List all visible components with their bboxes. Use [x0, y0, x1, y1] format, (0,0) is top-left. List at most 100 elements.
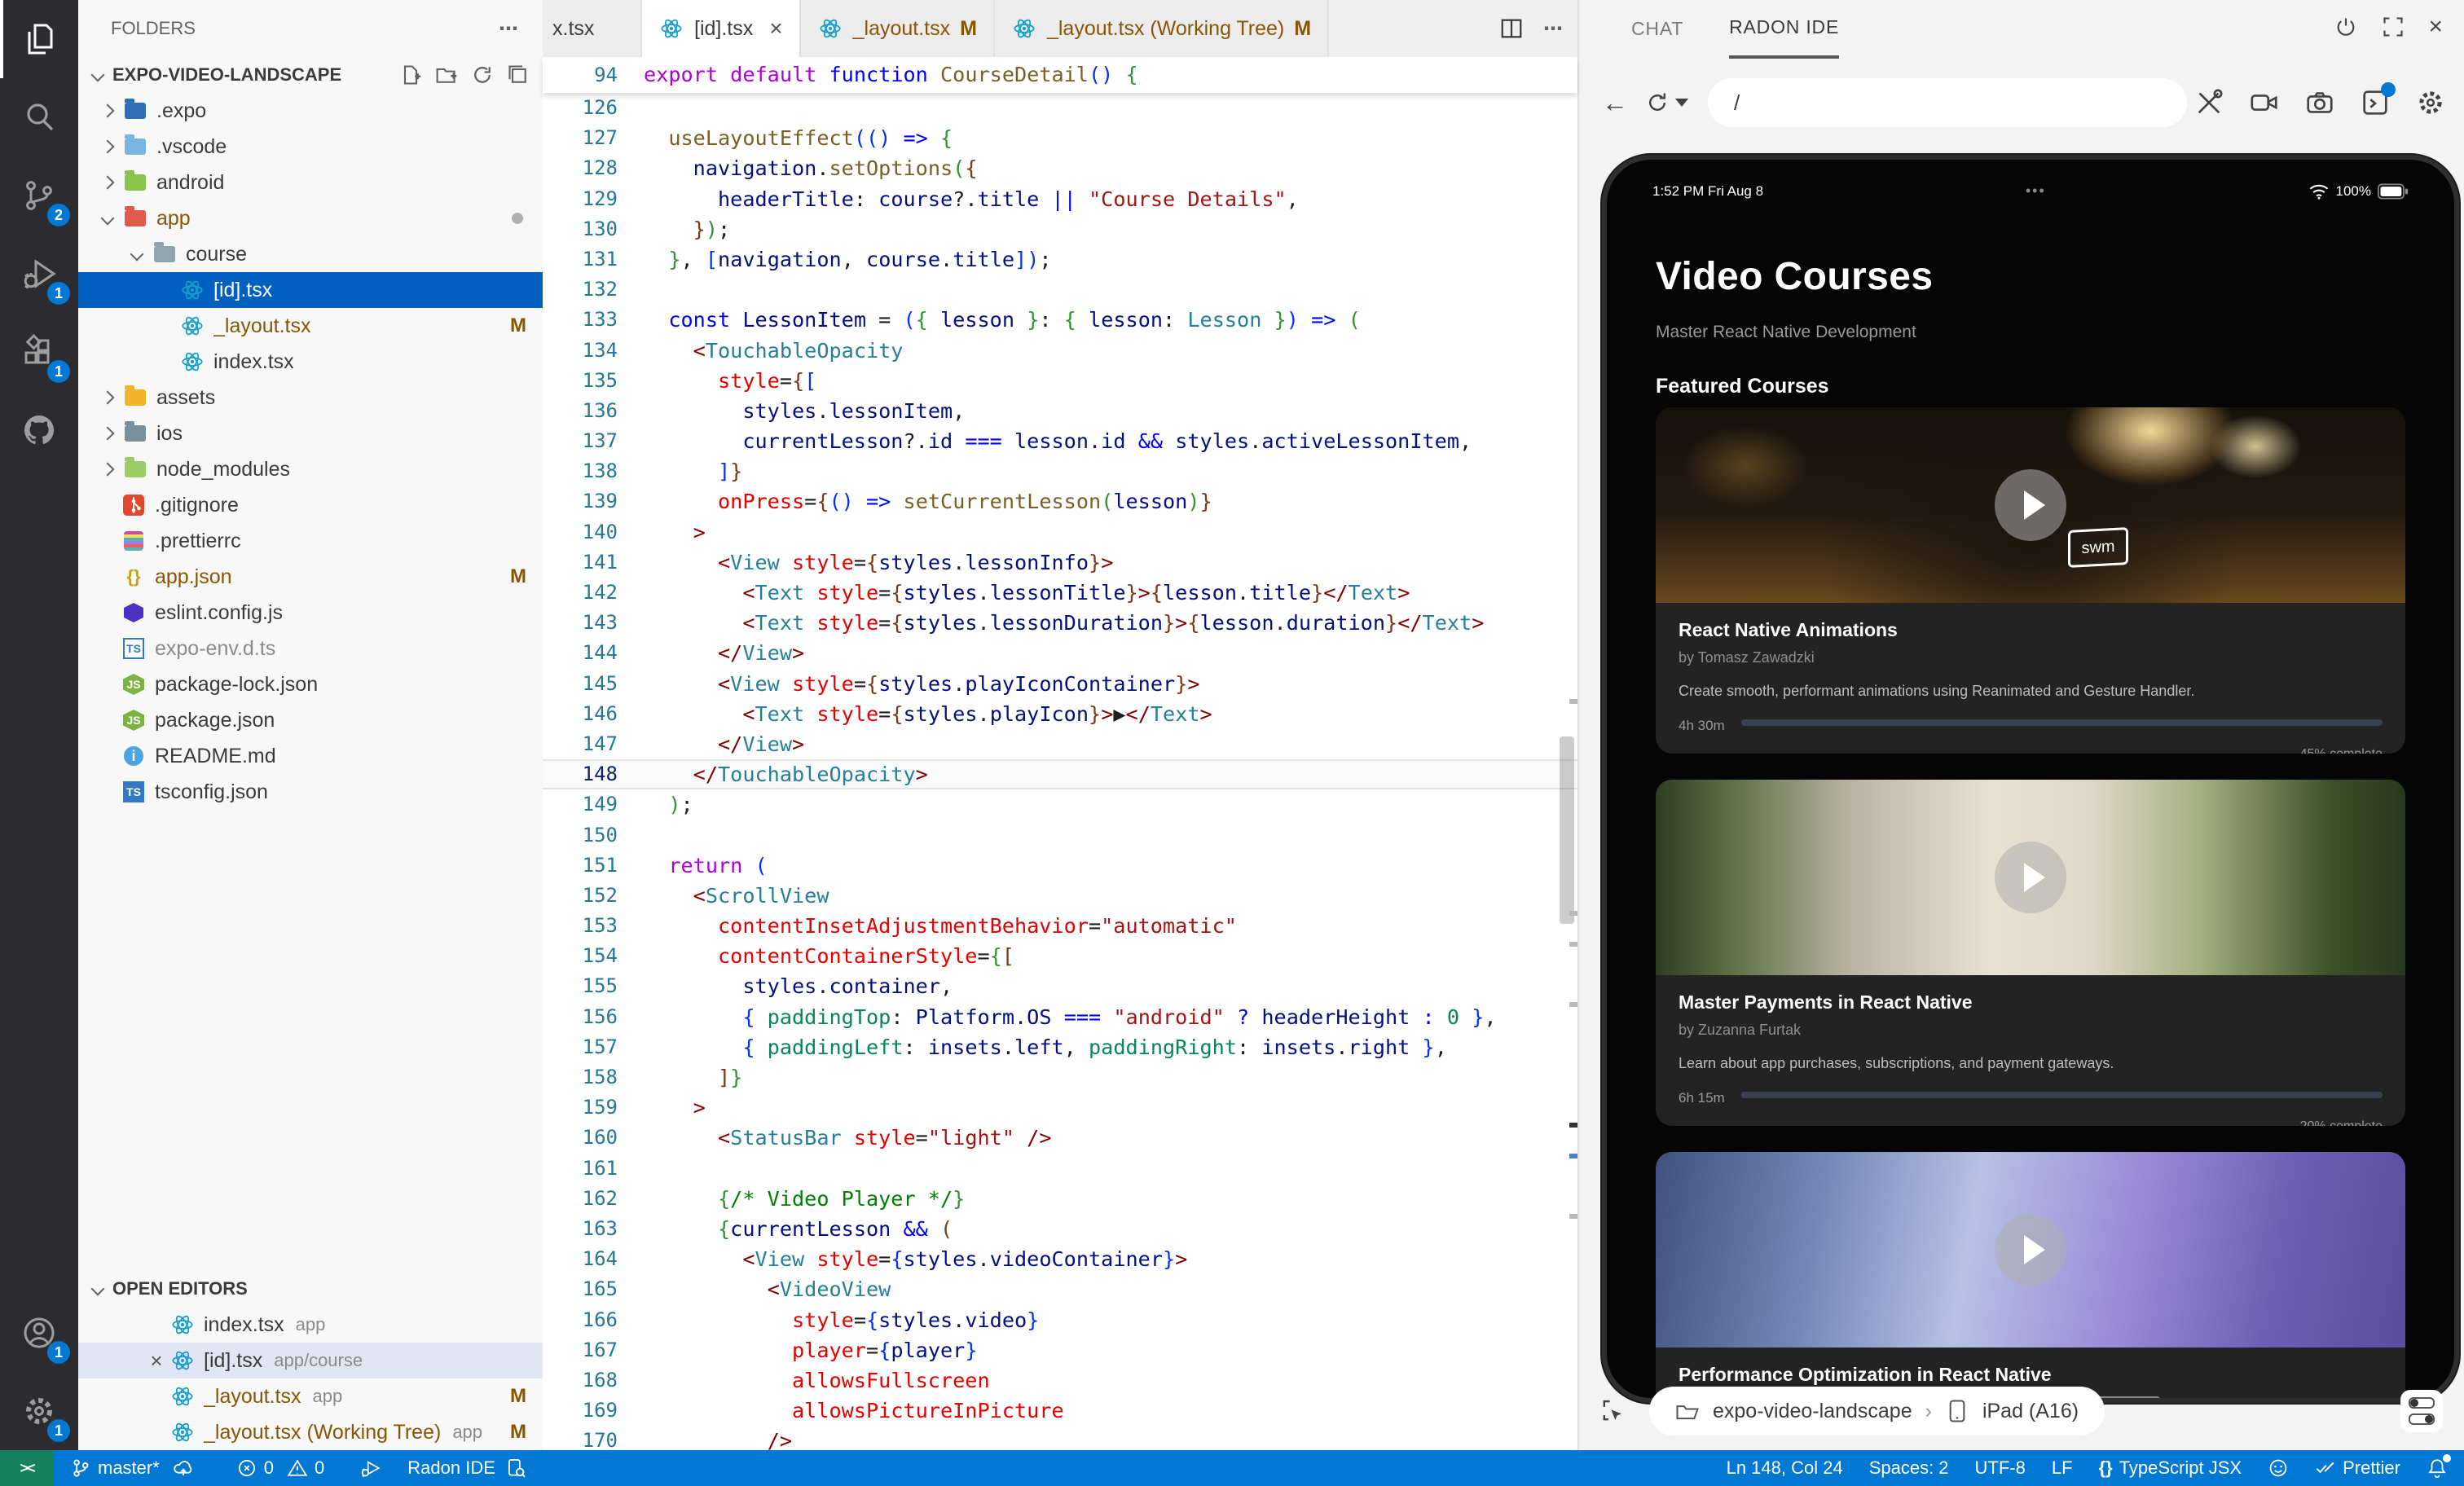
course-card[interactable]: swm React Native Animations by Tomasz Za… [1656, 407, 2405, 754]
editor-tab[interactable]: [id].tsx× [642, 0, 801, 57]
notifications-bell-icon[interactable] [2427, 1457, 2448, 1479]
prettier-item[interactable]: Prettier [2315, 1457, 2400, 1479]
tree-item[interactable]: iREADME.md [78, 738, 543, 774]
code-line[interactable]: 149 ); [543, 789, 1577, 820]
play-button-icon[interactable] [1995, 1214, 2066, 1286]
tree-item[interactable]: course [78, 236, 543, 272]
course-thumbnail[interactable] [1656, 780, 2405, 975]
code-line[interactable]: 147 </View> [543, 729, 1577, 759]
code-line[interactable]: 135 style={[ [543, 366, 1577, 396]
project-device-selector[interactable]: expo-video-landscape › iPad (A16) [1649, 1387, 2105, 1435]
tools-icon[interactable] [2193, 87, 2224, 118]
course-card[interactable]: Performance Optimization in React Native… [1656, 1152, 2405, 1403]
device-settings-gear-icon[interactable] [2415, 87, 2446, 118]
language-item[interactable]: {} TypeScript JSX [2099, 1457, 2242, 1479]
new-file-icon[interactable] [399, 64, 422, 86]
code-line[interactable]: 170 /> [543, 1426, 1577, 1450]
code-line[interactable]: 167 player={player} [543, 1335, 1577, 1365]
feedback-smiley-icon[interactable] [2268, 1457, 2289, 1479]
code-line[interactable]: 139 onPress={() => setCurrentLesson(less… [543, 486, 1577, 517]
tree-item[interactable]: ios [78, 415, 543, 451]
play-button-icon[interactable] [1995, 842, 2066, 913]
indentation-item[interactable]: Spaces: 2 [1869, 1457, 1949, 1479]
tree-item[interactable]: {}app.jsonM [78, 559, 543, 595]
tree-item[interactable]: node_modules [78, 451, 543, 487]
code-line[interactable]: 126 [543, 93, 1577, 123]
code-line[interactable]: 143 <Text style={styles.lessonDuration}>… [543, 608, 1577, 638]
power-icon[interactable] [2334, 15, 2358, 39]
account-icon[interactable]: 1 [0, 1294, 78, 1372]
code-line[interactable]: 163 {currentLesson && ( [543, 1214, 1577, 1244]
screenshot-camera-icon[interactable] [2304, 87, 2335, 118]
code-line[interactable]: 129 headerTitle: course?.title || "Cours… [543, 184, 1577, 214]
code-line[interactable]: 134 <TouchableOpacity [543, 336, 1577, 366]
panel-tab-radon-ide[interactable]: RADON IDE [1729, 0, 1839, 59]
close-icon[interactable]: × [769, 15, 782, 42]
code-line[interactable]: 132 [543, 275, 1577, 305]
code-line[interactable]: 130 }); [543, 214, 1577, 244]
code-area[interactable]: 126127 useLayoutEffect(() => {128 naviga… [543, 93, 1577, 1450]
refresh-icon[interactable] [471, 64, 494, 86]
radon-ide-status-item[interactable]: Radon IDE [407, 1457, 526, 1479]
code-line[interactable]: 168 allowsFullscreen [543, 1365, 1577, 1396]
tree-item[interactable]: TSexpo-env.d.ts [78, 631, 543, 666]
tree-item[interactable]: assets [78, 380, 543, 415]
tree-item[interactable]: app [78, 200, 543, 236]
code-line[interactable]: 154 contentContainerStyle={[ [543, 941, 1577, 971]
tree-item[interactable]: .gitignore [78, 487, 543, 523]
editor-tab[interactable]: x.tsx [543, 0, 642, 57]
open-editor-item[interactable]: _layout.tsxappM [78, 1378, 543, 1414]
editor-tab[interactable]: _layout.tsxM [801, 0, 995, 57]
device-settings-toggles-icon[interactable] [2400, 1390, 2443, 1432]
code-line[interactable]: 142 <Text style={styles.lessonTitle}>{le… [543, 578, 1577, 608]
encoding-item[interactable]: UTF-8 [1975, 1457, 2026, 1479]
code-line[interactable]: 136 styles.lessonItem, [543, 396, 1577, 426]
git-branch-item[interactable]: master* [70, 1457, 194, 1479]
tree-item[interactable]: eslint.config.js [78, 595, 543, 631]
code-line[interactable]: 133 const LessonItem = ({ lesson }: { le… [543, 305, 1577, 335]
tree-item[interactable]: .expo [78, 93, 543, 129]
code-line[interactable]: 156 { paddingTop: Platform.OS === "andro… [543, 1002, 1577, 1032]
code-line[interactable]: 140 > [543, 517, 1577, 547]
code-line[interactable]: 131 }, [navigation, course.title]); [543, 244, 1577, 275]
open-editors-header[interactable]: OPEN EDITORS [78, 1271, 543, 1307]
source-control-icon[interactable]: 2 [0, 156, 78, 235]
tree-item[interactable]: .vscode [78, 129, 543, 165]
tree-item[interactable]: JSpackage.json [78, 702, 543, 738]
close-icon[interactable]: × [143, 1348, 169, 1374]
tree-item[interactable]: _layout.tsxM [78, 308, 543, 344]
close-panel-icon[interactable]: × [2428, 13, 2443, 41]
run-debug-icon[interactable]: 1 [0, 235, 78, 313]
code-line[interactable]: 146 <Text style={styles.playIcon}>▶</Tex… [543, 699, 1577, 729]
ipad-simulator[interactable]: 1:52 PM Fri Aug 8 ••• 100% Video Courses… [1602, 155, 2459, 1403]
code-line[interactable]: 137 currentLesson?.id === lesson.id && s… [543, 426, 1577, 456]
debug-status-item[interactable] [360, 1457, 381, 1479]
code-line[interactable]: 157 { paddingLeft: insets.left, paddingR… [543, 1032, 1577, 1062]
tree-item[interactable]: index.tsx [78, 344, 543, 380]
code-line[interactable]: 153 contentInsetAdjustmentBehavior="auto… [543, 911, 1577, 941]
code-line[interactable]: 155 styles.container, [543, 971, 1577, 1001]
code-line[interactable]: 127 useLayoutEffect(() => { [543, 123, 1577, 153]
eol-item[interactable]: LF [2052, 1457, 2073, 1479]
code-line[interactable]: 128 navigation.setOptions({ [543, 153, 1577, 183]
code-line[interactable]: 144 </View> [543, 638, 1577, 668]
tree-item[interactable]: JSpackage-lock.json [78, 666, 543, 702]
course-thumbnail[interactable]: swm [1656, 407, 2405, 603]
code-line[interactable]: 166 style={styles.video} [543, 1305, 1577, 1335]
editor-tab[interactable]: _layout.tsx (Working Tree)M [995, 0, 1329, 57]
extensions-icon[interactable]: 1 [0, 313, 78, 391]
github-icon[interactable] [0, 391, 78, 469]
tree-item[interactable]: .prettierrc [78, 523, 543, 559]
panel-tab-chat[interactable]: CHAT [1631, 0, 1683, 57]
collapse-all-icon[interactable] [507, 64, 530, 86]
editor-scrollbar[interactable] [1560, 736, 1574, 924]
url-bar[interactable]: / [1708, 78, 2187, 127]
course-card[interactable]: Master Payments in React Native by Zuzan… [1656, 780, 2405, 1126]
inspect-element-icon[interactable] [1599, 1397, 1626, 1425]
code-line[interactable]: 164 <View style={styles.videoContainer}> [543, 1244, 1577, 1274]
code-line[interactable]: 152 <ScrollView [543, 881, 1577, 911]
code-line[interactable]: 138 ]} [543, 456, 1577, 486]
tree-item[interactable]: android [78, 165, 543, 200]
open-editor-item[interactable]: ×[id].tsxapp/course [78, 1343, 543, 1378]
problems-item[interactable]: 0 0 [236, 1457, 325, 1479]
